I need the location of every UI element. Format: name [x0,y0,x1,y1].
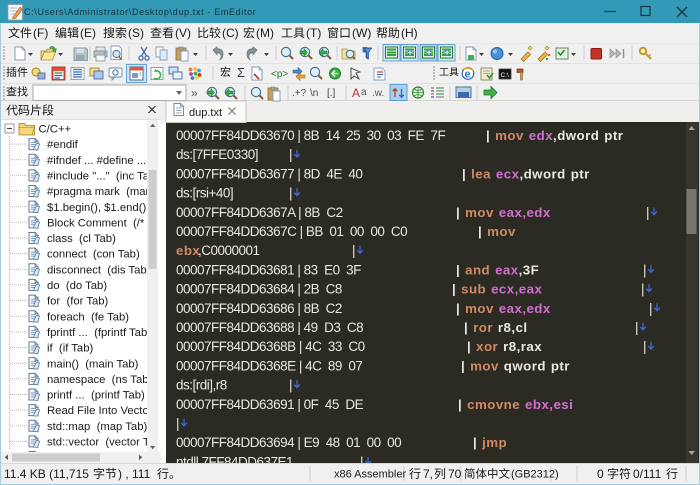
svg-text:(C): (C) [222,26,239,40]
svg-text:if (if Tab): if (if Tab) [47,343,93,355]
svg-text:70: 70 [448,467,462,481]
svg-text:| sub ecx,eax: | sub ecx,eax [452,282,542,297]
svg-text:| xor r8,rax: | xor r8,rax [467,339,542,354]
svg-text:Block Comment (/* Ta: Block Comment (/* Ta [47,217,160,229]
svg-text:printf ... (printf Tab): printf ... (printf Tab) [47,390,145,402]
svg-text:x86 Assembler: x86 Assembler [334,469,406,481]
svg-text:#include "..." (inc Tab: #include "..." (inc Tab [47,170,155,182]
svg-text:[.]: [.] [327,88,336,99]
svg-text:std::map (map Tab): std::map (map Tab) [47,421,147,433]
svg-text:(E): (E) [80,26,96,40]
svg-text:C:\Users\Administrator\Desktop: C:\Users\Administrator\Desktop\dup.txt -… [24,7,256,17]
svg-text:00007FF84DD6367C | BB 01 00: 00007FF84DD6367C | BB 01 00 00 C0 [176,224,407,239]
svg-text:00007FF84DD63684 | 2B C8: 00007FF84DD63684 | 2B C8 [176,282,342,297]
svg-text:,C0000001: ,C0000001 [198,243,260,258]
svg-text:| mov: | mov [478,224,516,239]
svg-text:(V): (V) [175,26,191,40]
svg-text:class (cl Tab): class (cl Tab) [47,233,116,245]
svg-text:disconnect (dis Tab): disconnect (dis Tab) [47,264,151,276]
svg-text:ds:[rsi+40]: ds:[rsi+40] [176,186,233,201]
svg-text:| jmp: | jmp [473,435,507,450]
svg-text:7,: 7, [423,467,433,481]
svg-text:| mov qword ptr: | mov qword ptr [461,358,570,373]
svg-text:(M): (M) [256,26,274,40]
svg-text:C/C++: C/C++ [39,124,72,136]
svg-text:0/111: 0/111 [633,467,662,481]
svg-text:00007FF84DD63694 | E9 48 01: 00007FF84DD63694 | E9 48 01 00 00 [176,435,401,450]
svg-text:#endif: #endif [47,139,79,151]
svg-text:#pragma mark (mark: #pragma mark (mark [47,186,155,198]
svg-text:fprintf ... (fprintf Tab): fprintf ... (fprintf Tab) [47,327,151,339]
svg-text:|: | [646,205,649,220]
svg-text:(GB2312): (GB2312) [511,469,559,481]
svg-text:$1.begin(), $1.end() (l: $1.begin(), $1.end() (l [47,202,159,214]
svg-text:00007FF84DD63691 | 0F 45 DE: 00007FF84DD63691 | 0F 45 DE [176,397,364,412]
svg-text:»: » [191,86,198,100]
svg-text:| mov eax,edx: | mov eax,edx [456,205,551,220]
svg-text:ds:[rdi],r8: ds:[rdi],r8 [176,378,227,393]
svg-text:11.4 KB (11,715: 11.4 KB (11,715 [4,467,89,481]
svg-text:(F): (F) [33,26,48,40]
svg-text:|: | [352,243,355,258]
svg-text:a: a [361,87,367,98]
svg-text:00007FF84DD63686 | 8B C2: 00007FF84DD63686 | 8B C2 [176,301,342,316]
svg-text:) , 111: ) , 111 [118,467,151,481]
svg-text:| mov edx,dword ptr: | mov edx,dword ptr [486,128,623,143]
svg-text:for (for Tab): for (for Tab) [47,296,109,308]
svg-text:00007FF84DD6367A | 8B C2: 00007FF84DD6367A | 8B C2 [176,205,343,220]
svg-text:|: | [643,262,646,277]
svg-text:(S): (S) [128,26,144,40]
svg-text:0: 0 [597,467,604,481]
svg-text:00007FF84DD6368B | 4C 33 C0: 00007FF84DD6368B | 4C 33 C0 [176,339,365,354]
svg-text:A: A [352,86,360,100]
svg-text:| cmovne ebx,esi: | cmovne ebx,esi [458,397,573,412]
svg-text:| ror r8,cl: | ror r8,cl [464,320,528,335]
svg-text:(W): (W) [352,26,371,40]
svg-text:namespace (ns Tab): namespace (ns Tab) [47,374,153,386]
svg-text:foreach (fe Tab): foreach (fe Tab) [47,311,129,323]
svg-text:00007FF84DD63670 | 8B 14 25: 00007FF84DD63670 | 8B 14 25 30 03 FE 7F [176,128,445,143]
svg-text:00007FF84DD63677 | 8D 4E 40: 00007FF84DD63677 | 8D 4E 40 [176,166,362,181]
svg-text:.+?: .+? [292,88,307,99]
svg-text:| lea ecx,dword ptr: | lea ecx,dword ptr [462,166,590,181]
svg-text:\n: \n [310,88,318,99]
svg-text:| mov eax,edx: | mov eax,edx [456,301,551,316]
svg-text:| and eax,3F: | and eax,3F [456,262,539,277]
svg-text:|: | [635,320,638,335]
svg-text:C:\: C:\ [501,72,510,79]
svg-text:|: | [649,301,652,316]
svg-text:.w.: .w. [372,88,384,99]
svg-text:std::vector (vector Ta: std::vector (vector Ta [47,437,155,449]
svg-text:ebx: ebx [176,243,200,258]
svg-text:00007FF84DD6368E | 4C 89 07: 00007FF84DD6368E | 4C 89 07 [176,358,362,373]
svg-text:do (do Tab): do (do Tab) [47,280,107,292]
svg-text:ds:[7FFE0330]: ds:[7FFE0330] [176,147,258,162]
svg-text:<p>: <p> [271,69,288,80]
svg-text:|: | [289,378,292,393]
svg-text:Σ: Σ [237,65,245,80]
svg-text:00007FF84DD63688 | 49 D3 C8: 00007FF84DD63688 | 49 D3 C8 [176,320,363,335]
svg-text:#ifndef ... #define ... #e: #ifndef ... #define ... #e [47,155,162,167]
svg-text:|: | [641,282,644,297]
svg-text:main() (main Tab): main() (main Tab) [47,358,139,370]
svg-text:(H): (H) [401,26,418,40]
svg-text:|: | [176,416,179,431]
svg-text:dup.txt: dup.txt [189,107,222,119]
svg-text:|: | [289,186,292,201]
svg-text:|: | [643,339,646,354]
svg-text:Read File Into Vector: Read File Into Vector [47,405,153,417]
svg-text:(T): (T) [306,26,321,40]
svg-text:e: e [465,69,471,81]
svg-text:|: | [289,147,292,162]
svg-text:connect (con Tab): connect (con Tab) [47,249,140,261]
svg-text:00007FF84DD63681 | 83 E0 3F: 00007FF84DD63681 | 83 E0 3F [176,262,361,277]
